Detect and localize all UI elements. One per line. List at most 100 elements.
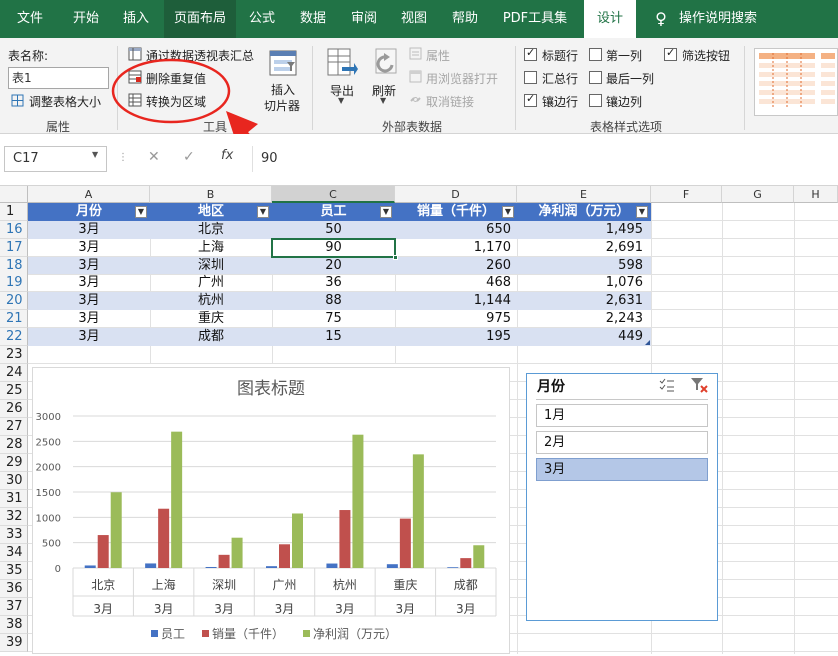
- slicer[interactable]: 月份 1月 2月 3月: [526, 373, 718, 621]
- slicer-item[interactable]: 1月: [536, 404, 708, 427]
- formula-input[interactable]: 90: [252, 146, 838, 172]
- row-header[interactable]: 24: [0, 364, 28, 382]
- row-header[interactable]: 35: [0, 562, 28, 580]
- row-header[interactable]: 29: [0, 454, 28, 472]
- column-header[interactable]: F: [651, 186, 722, 203]
- filter-dropdown-icon[interactable]: ▼: [636, 206, 648, 218]
- legend-label: 员工: [161, 627, 185, 641]
- legend-swatch: [303, 630, 310, 637]
- select-all-corner[interactable]: [0, 186, 28, 203]
- chart-bar: [205, 566, 217, 568]
- x-category-label: 成都: [454, 578, 478, 592]
- active-cell-cursor: [271, 238, 396, 258]
- row-header[interactable]: 38: [0, 616, 28, 634]
- column-header[interactable]: H: [794, 186, 838, 203]
- row-header[interactable]: 25: [0, 382, 28, 400]
- table-cell[interactable]: 3月: [28, 274, 150, 292]
- table-cell[interactable]: 1,076: [517, 274, 643, 292]
- column-header[interactable]: G: [722, 186, 794, 203]
- filter-dropdown-icon[interactable]: ▼: [257, 206, 269, 218]
- row-header[interactable]: 33: [0, 526, 28, 544]
- table-cell[interactable]: 650: [395, 221, 511, 239]
- table-cell[interactable]: 598: [517, 257, 643, 275]
- table-cell[interactable]: 3月: [28, 239, 150, 257]
- x-group-label: 3月: [93, 602, 113, 616]
- filter-dropdown-icon[interactable]: ▼: [380, 206, 392, 218]
- clear-filter-icon[interactable]: [690, 377, 708, 393]
- column-header[interactable]: E: [517, 186, 651, 203]
- table-cell[interactable]: 3月: [28, 328, 150, 346]
- table-cell[interactable]: 3月: [28, 257, 150, 275]
- table-cell[interactable]: 1,495: [517, 221, 643, 239]
- row-header[interactable]: 18: [0, 257, 28, 275]
- row-header[interactable]: 20: [0, 292, 28, 310]
- row-header[interactable]: 19: [0, 274, 28, 292]
- table-cell[interactable]: 3月: [28, 292, 150, 310]
- slicer-item[interactable]: 2月: [536, 431, 708, 454]
- y-tick-label: 0: [55, 564, 61, 575]
- table-cell[interactable]: 449: [517, 328, 643, 346]
- table-cell[interactable]: 75: [272, 310, 395, 328]
- enter-icon[interactable]: ✓: [183, 149, 195, 165]
- filter-dropdown-icon[interactable]: ▼: [502, 206, 514, 218]
- table-cell[interactable]: 深圳: [150, 257, 272, 275]
- row-header[interactable]: 36: [0, 580, 28, 598]
- table-cell[interactable]: 36: [272, 274, 395, 292]
- row-header[interactable]: 26: [0, 400, 28, 418]
- row-header[interactable]: 39: [0, 634, 28, 652]
- row-header[interactable]: 31: [0, 490, 28, 508]
- row-header[interactable]: 37: [0, 598, 28, 616]
- row-header[interactable]: 21: [0, 310, 28, 328]
- slicer-item-selected[interactable]: 3月: [536, 458, 708, 481]
- table-cell[interactable]: 195: [395, 328, 511, 346]
- row-header[interactable]: 1: [0, 203, 28, 221]
- table-resize-handle[interactable]: [645, 340, 650, 345]
- row-header[interactable]: 28: [0, 436, 28, 454]
- multi-select-icon[interactable]: [659, 377, 675, 393]
- table-cell[interactable]: 3月: [28, 221, 150, 239]
- column-header[interactable]: D: [395, 186, 517, 203]
- table-cell[interactable]: 1,144: [395, 292, 511, 310]
- chart-bar: [326, 563, 338, 568]
- column-header[interactable]: B: [150, 186, 272, 203]
- cancel-icon[interactable]: ✕: [148, 149, 160, 165]
- table-cell[interactable]: 2,631: [517, 292, 643, 310]
- table-cell[interactable]: 2,243: [517, 310, 643, 328]
- table-cell[interactable]: 3月: [28, 310, 150, 328]
- row-header[interactable]: 30: [0, 472, 28, 490]
- row-header[interactable]: 32: [0, 508, 28, 526]
- table-cell[interactable]: 50: [272, 221, 395, 239]
- table-cell[interactable]: 20: [272, 257, 395, 275]
- table-cell[interactable]: 88: [272, 292, 395, 310]
- table-cell[interactable]: 1,170: [395, 239, 511, 257]
- filter-applied-icon[interactable]: ▼: [135, 206, 147, 218]
- table-cell[interactable]: 北京: [150, 221, 272, 239]
- row-header[interactable]: 27: [0, 418, 28, 436]
- column-header[interactable]: A: [28, 186, 150, 203]
- row-header[interactable]: 22: [0, 328, 28, 346]
- row-header[interactable]: 34: [0, 544, 28, 562]
- row-header[interactable]: 17: [0, 239, 28, 257]
- x-group-label: 3月: [335, 602, 355, 616]
- table-cell[interactable]: 2,691: [517, 239, 643, 257]
- table-cell[interactable]: 15: [272, 328, 395, 346]
- table-cell[interactable]: 广州: [150, 274, 272, 292]
- column-header[interactable]: C: [272, 186, 395, 203]
- table-cell[interactable]: 杭州: [150, 292, 272, 310]
- table-cell[interactable]: 975: [395, 310, 511, 328]
- legend-label: 销量（千件）: [212, 627, 284, 641]
- table-cell[interactable]: 重庆: [150, 310, 272, 328]
- fill-handle[interactable]: [393, 255, 398, 260]
- table-cell[interactable]: 260: [395, 257, 511, 275]
- y-tick-label: 1000: [36, 513, 61, 524]
- chart-title: 图表标题: [237, 379, 305, 399]
- chart-area[interactable]: 图表标题 0 500 1000 1500 2000 2500 3000 北京 3月 上海 3月 深圳 3月…: [32, 367, 510, 654]
- insert-function-icon[interactable]: fx: [221, 148, 233, 163]
- row-header[interactable]: 23: [0, 346, 28, 364]
- row-header[interactable]: 16: [0, 221, 28, 239]
- header-cell: 销量（千件）: [416, 204, 495, 219]
- table-cell[interactable]: 468: [395, 274, 511, 292]
- table-cell[interactable]: 上海: [150, 239, 272, 257]
- chart-bar: [292, 513, 303, 568]
- table-cell[interactable]: 成都: [150, 328, 272, 346]
